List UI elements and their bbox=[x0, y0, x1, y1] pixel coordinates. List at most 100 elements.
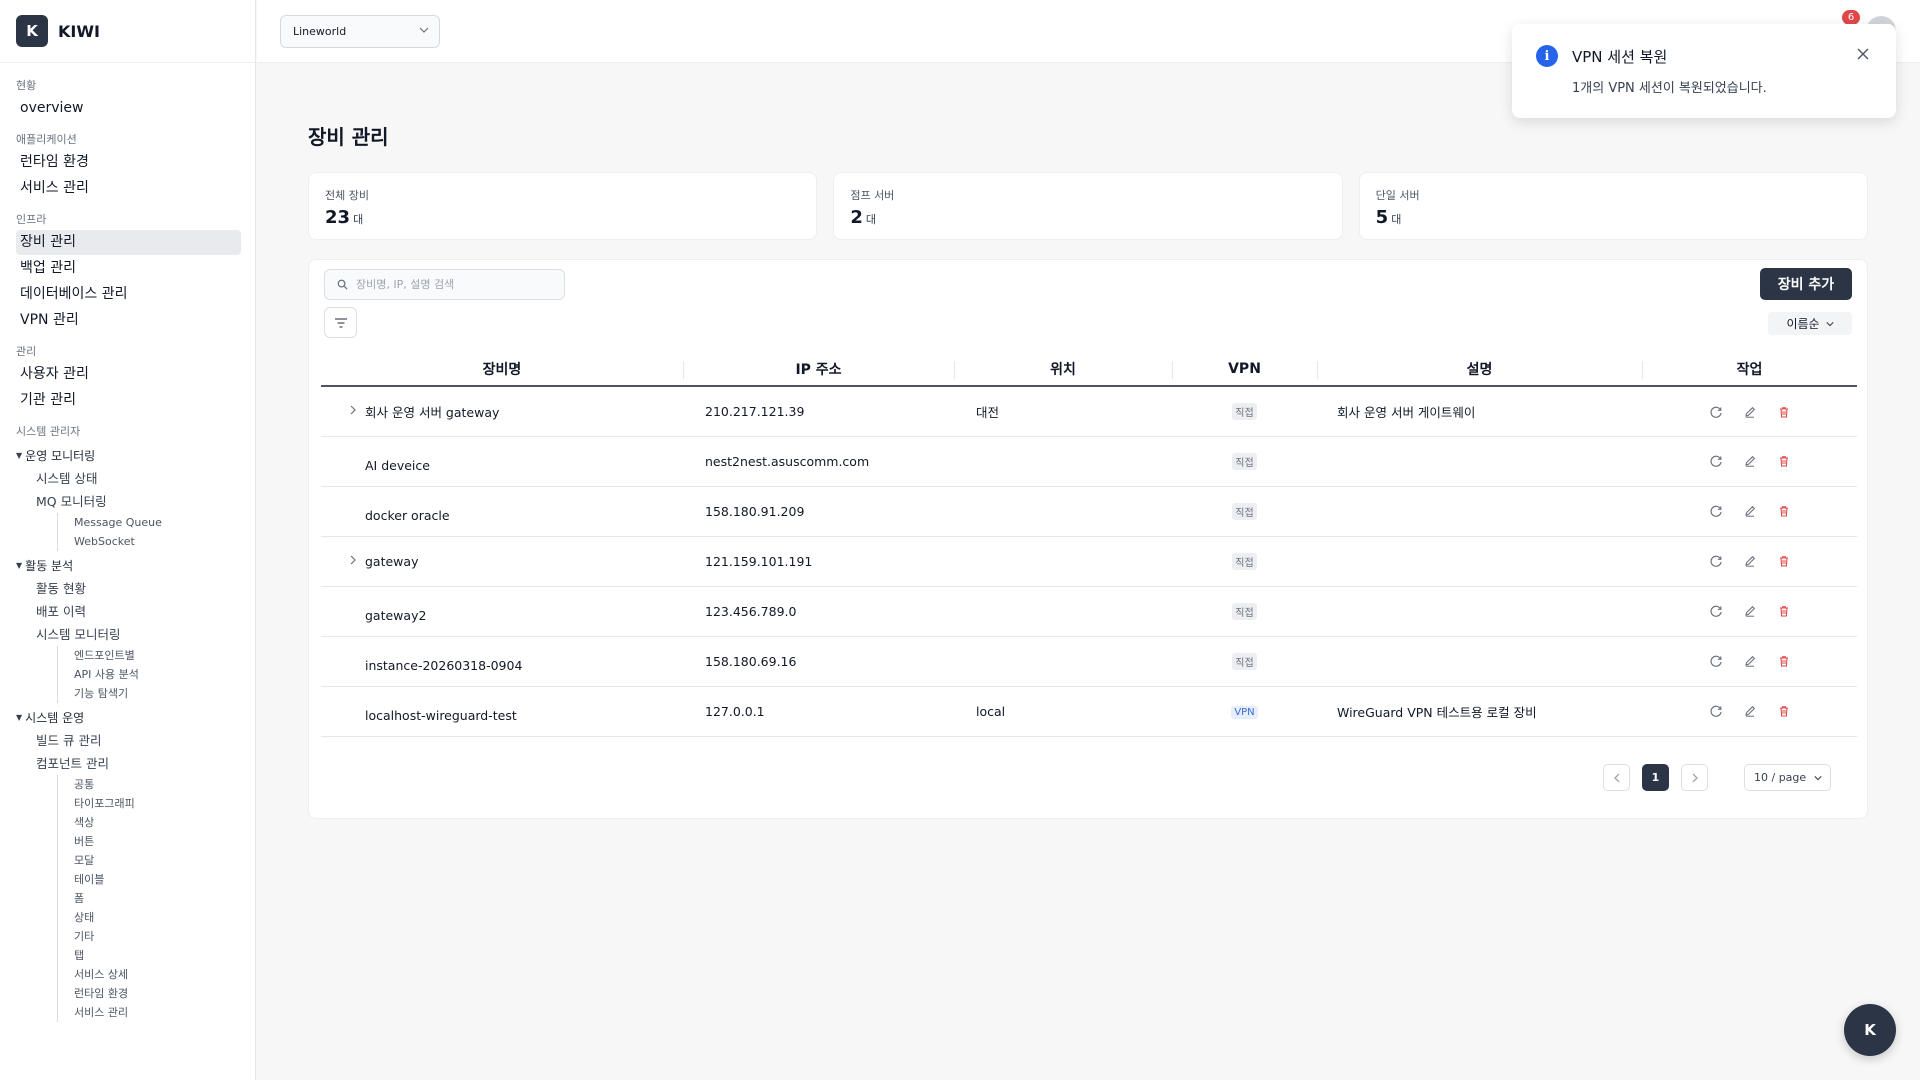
sidebar-group-activity[interactable]: ▼ 활동 분석 bbox=[16, 555, 239, 577]
trash-icon[interactable] bbox=[1776, 404, 1792, 420]
column-header-ip[interactable]: IP 주소 bbox=[683, 353, 954, 387]
sidebar-leaf-list: 엔드포인트별 API 사용 분석 기능 탐색기 bbox=[57, 646, 239, 703]
prev-page-button[interactable] bbox=[1603, 764, 1630, 791]
sidebar-leaf-item[interactable]: 상태 bbox=[74, 908, 239, 927]
table-row[interactable]: 회사 운영 서버 gateway 210.217.121.39 대전 직접 회사 운영 … bbox=[321, 386, 1857, 437]
sidebar-leaf-item[interactable]: Message Queue bbox=[74, 513, 239, 532]
next-page-button[interactable] bbox=[1681, 764, 1708, 791]
sidebar: K KIWI 현황 overview 애플리케이션 런타임 환경 서비스 관리 … bbox=[0, 0, 256, 1080]
sidebar-leaf-item[interactable]: 런타임 환경 bbox=[74, 984, 239, 1003]
sidebar-item-devices[interactable]: 장비 관리 bbox=[16, 230, 241, 255]
column-header-name[interactable]: 장비명 bbox=[321, 353, 683, 387]
sidebar-leaf-item[interactable]: 공통 bbox=[74, 775, 239, 794]
sidebar-item-users[interactable]: 사용자 관리 bbox=[16, 362, 239, 387]
add-device-button[interactable]: 장비 추가 bbox=[1760, 268, 1852, 300]
table-row[interactable]: AI deveice nest2nest.asuscomm.com 직접 bbox=[321, 436, 1857, 487]
edit-icon[interactable] bbox=[1742, 603, 1758, 619]
edit-icon[interactable] bbox=[1742, 703, 1758, 719]
edit-icon[interactable] bbox=[1742, 653, 1758, 669]
sidebar-leaf-item[interactable]: 기타 bbox=[74, 927, 239, 946]
sidebar-sub-item[interactable]: 배포 이력 bbox=[16, 600, 239, 623]
table-row[interactable]: gateway 121.159.101.191 직접 bbox=[321, 536, 1857, 587]
sidebar-sub-item[interactable]: 시스템 상태 bbox=[16, 467, 239, 490]
toast-notification: i VPN 세션 복원 1개의 VPN 세션이 복원되었습니다. bbox=[1512, 24, 1896, 118]
sidebar-leaf-item[interactable]: 서비스 관리 bbox=[74, 1003, 239, 1022]
table-row[interactable]: docker oracle 158.180.91.209 직접 bbox=[321, 486, 1857, 537]
sidebar-leaf-item[interactable]: API 사용 분석 bbox=[74, 665, 239, 684]
cell-ip: nest2nest.asuscomm.com bbox=[683, 436, 954, 487]
trash-icon[interactable] bbox=[1776, 603, 1792, 619]
sidebar-sub-item[interactable]: 시스템 모니터링 bbox=[16, 623, 239, 646]
refresh-icon[interactable] bbox=[1708, 503, 1724, 519]
table-row[interactable]: localhost-wireguard-test 127.0.0.1 local VP… bbox=[321, 686, 1857, 737]
page-size-select[interactable]: 10 / page bbox=[1744, 764, 1831, 791]
refresh-icon[interactable] bbox=[1708, 404, 1724, 420]
sort-select-label: 이름순 bbox=[1786, 317, 1820, 331]
search-box[interactable] bbox=[324, 269, 565, 300]
trash-icon[interactable] bbox=[1776, 653, 1792, 669]
org-select[interactable]: Lineworld bbox=[280, 15, 440, 48]
edit-icon[interactable] bbox=[1742, 503, 1758, 519]
stat-label: 전체 장비 bbox=[325, 189, 369, 202]
sort-select[interactable]: 이름순 bbox=[1768, 312, 1852, 335]
trash-icon[interactable] bbox=[1776, 703, 1792, 719]
column-header-description[interactable]: 설명 bbox=[1317, 353, 1642, 387]
filter-button[interactable] bbox=[324, 307, 357, 338]
sidebar-leaf-item[interactable]: WebSocket bbox=[74, 532, 239, 551]
cell-description bbox=[1317, 486, 1642, 537]
chevron-down-icon bbox=[1825, 321, 1834, 326]
sidebar-leaf-item[interactable]: 탭 bbox=[74, 946, 239, 965]
column-header-location[interactable]: 위치 bbox=[954, 353, 1172, 387]
sidebar-leaf-item[interactable]: 폼 bbox=[74, 889, 239, 908]
trash-icon[interactable] bbox=[1776, 553, 1792, 569]
sidebar-item-orgs[interactable]: 기관 관리 bbox=[16, 388, 239, 413]
sidebar-group-ops-monitoring[interactable]: ▼ 운영 모니터링 bbox=[16, 445, 239, 467]
refresh-icon[interactable] bbox=[1708, 453, 1724, 469]
refresh-icon[interactable] bbox=[1708, 703, 1724, 719]
close-icon[interactable] bbox=[1856, 47, 1870, 61]
sidebar-leaf-item[interactable]: 서비스 상세 bbox=[74, 965, 239, 984]
cell-device-name: instance-20260318-0904 bbox=[321, 636, 683, 687]
edit-icon[interactable] bbox=[1742, 553, 1758, 569]
table-row[interactable]: instance-20260318-0904 158.180.69.16 직접 bbox=[321, 636, 1857, 687]
expand-chevron-icon[interactable] bbox=[347, 404, 359, 416]
column-header-vpn[interactable]: VPN bbox=[1172, 353, 1317, 387]
sidebar-sub-item[interactable]: MQ 모니터링 bbox=[16, 490, 239, 513]
cell-location: local bbox=[954, 686, 1172, 737]
refresh-icon[interactable] bbox=[1708, 553, 1724, 569]
table-row[interactable]: gateway2 123.456.789.0 직접 bbox=[321, 586, 1857, 637]
sidebar-sub-item[interactable]: 컴포넌트 관리 bbox=[16, 752, 239, 775]
sidebar-leaf-item[interactable]: 색상 bbox=[74, 813, 239, 832]
device-name: instance-20260318-0904 bbox=[365, 657, 523, 673]
sidebar-leaf-item[interactable]: 테이블 bbox=[74, 870, 239, 889]
sidebar-leaf-item[interactable]: 버튼 bbox=[74, 832, 239, 851]
sidebar-sub-item[interactable]: 활동 현황 bbox=[16, 577, 239, 600]
refresh-icon[interactable] bbox=[1708, 603, 1724, 619]
sidebar-item-backups[interactable]: 백업 관리 bbox=[16, 256, 239, 281]
sidebar-item-vpn[interactable]: VPN 관리 bbox=[16, 308, 239, 333]
sidebar-sub-item[interactable]: 빌드 큐 관리 bbox=[16, 729, 239, 752]
sidebar-group-sys-ops[interactable]: ▼ 시스템 운영 bbox=[16, 707, 239, 729]
sidebar-item-runtime[interactable]: 런타임 환경 bbox=[16, 150, 239, 175]
cell-vpn: VPN bbox=[1172, 686, 1317, 737]
expand-chevron-icon[interactable] bbox=[347, 554, 359, 566]
page-button-current[interactable]: 1 bbox=[1642, 764, 1669, 791]
sidebar-leaf-item[interactable]: 기능 탐색기 bbox=[74, 684, 239, 703]
sidebar-item-databases[interactable]: 데이터베이스 관리 bbox=[16, 282, 239, 307]
sidebar-leaf-item[interactable]: 모달 bbox=[74, 851, 239, 870]
sidebar-item-overview[interactable]: overview bbox=[16, 96, 239, 121]
cell-vpn: 직접 bbox=[1172, 536, 1317, 587]
assistant-fab-button[interactable]: K bbox=[1844, 1004, 1896, 1056]
edit-icon[interactable] bbox=[1742, 453, 1758, 469]
brand[interactable]: K KIWI bbox=[0, 0, 255, 63]
sidebar-item-services[interactable]: 서비스 관리 bbox=[16, 176, 239, 201]
trash-icon[interactable] bbox=[1776, 503, 1792, 519]
sidebar-leaf-item[interactable]: 타이포그래피 bbox=[74, 794, 239, 813]
search-input[interactable] bbox=[356, 278, 556, 291]
chevron-right-icon bbox=[1692, 773, 1698, 782]
edit-icon[interactable] bbox=[1742, 404, 1758, 420]
refresh-icon[interactable] bbox=[1708, 653, 1724, 669]
stat-value: 5 bbox=[1375, 207, 1389, 228]
trash-icon[interactable] bbox=[1776, 453, 1792, 469]
sidebar-leaf-item[interactable]: 엔드포인트별 bbox=[74, 646, 239, 665]
